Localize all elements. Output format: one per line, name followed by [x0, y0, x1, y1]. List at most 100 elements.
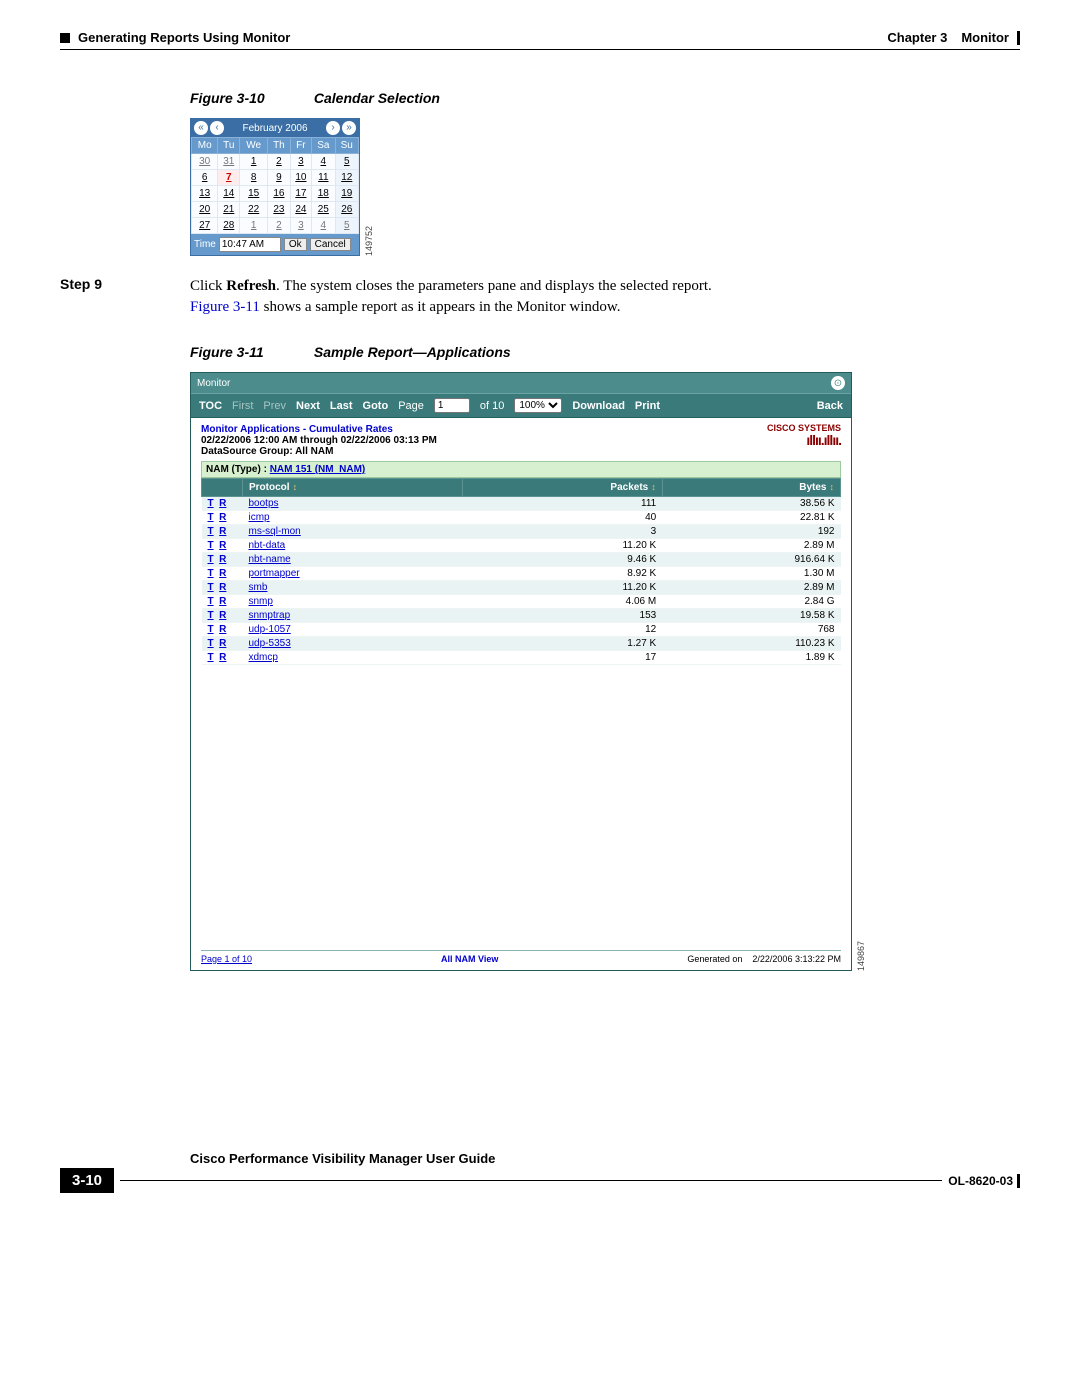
calendar-day[interactable]: 27: [192, 218, 218, 234]
report-icon[interactable]: R: [219, 624, 226, 635]
trend-icon[interactable]: T: [208, 652, 214, 663]
protocol-link[interactable]: icmp: [249, 512, 270, 523]
calendar-day[interactable]: 20: [192, 202, 218, 218]
trend-icon[interactable]: T: [208, 596, 214, 607]
calendar-day[interactable]: 6: [192, 170, 218, 186]
figure-3-11-link[interactable]: Figure 3-11: [190, 299, 260, 315]
page-input[interactable]: [434, 398, 470, 413]
calendar-day[interactable]: 4: [312, 154, 335, 170]
calendar-day[interactable]: 2: [268, 218, 290, 234]
trend-icon[interactable]: T: [208, 582, 214, 593]
calendar-day[interactable]: 26: [335, 202, 358, 218]
calendar-day[interactable]: 23: [268, 202, 290, 218]
trend-icon[interactable]: T: [208, 624, 214, 635]
calendar-day[interactable]: 25: [312, 202, 335, 218]
calendar-day[interactable]: 5: [335, 218, 358, 234]
col-protocol[interactable]: Protocol↕: [243, 479, 463, 497]
calendar-day[interactable]: 24: [290, 202, 311, 218]
cal-next-year-icon[interactable]: »: [342, 121, 356, 135]
trend-icon[interactable]: T: [208, 568, 214, 579]
nam-link[interactable]: NAM 151 (NM_NAM): [270, 464, 366, 475]
footer-page-link[interactable]: Page 1 of 10: [201, 954, 252, 964]
cal-prev-year-icon[interactable]: «: [194, 121, 208, 135]
calendar-day[interactable]: 18: [312, 186, 335, 202]
report-icon[interactable]: R: [219, 498, 226, 509]
cal-prev-month-icon[interactable]: ‹: [210, 121, 224, 135]
first-button[interactable]: First: [232, 400, 253, 412]
trend-icon[interactable]: T: [208, 498, 214, 509]
goto-button[interactable]: Goto: [363, 400, 389, 412]
protocol-link[interactable]: xdmcp: [249, 652, 278, 663]
table-row: T Rms-sql-mon3192: [202, 525, 841, 539]
trend-icon[interactable]: T: [208, 512, 214, 523]
protocol-link[interactable]: udp-5353: [249, 638, 291, 649]
zoom-select[interactable]: 100%: [514, 398, 562, 413]
report-icon[interactable]: R: [219, 512, 226, 523]
report-icon[interactable]: R: [219, 526, 226, 537]
trend-icon[interactable]: T: [208, 610, 214, 621]
report-close-icon[interactable]: ⊙: [831, 376, 845, 390]
calendar-day[interactable]: 14: [218, 186, 240, 202]
calendar-day[interactable]: 5: [335, 154, 358, 170]
protocol-link[interactable]: smb: [249, 582, 268, 593]
calendar-day[interactable]: 12: [335, 170, 358, 186]
trend-icon[interactable]: T: [208, 540, 214, 551]
calendar-day[interactable]: 11: [312, 170, 335, 186]
calendar-day[interactable]: 3: [290, 154, 311, 170]
report-icon[interactable]: R: [219, 582, 226, 593]
figure-10-id: 149752: [364, 226, 374, 256]
report-icon[interactable]: R: [219, 554, 226, 565]
report-icon[interactable]: R: [219, 596, 226, 607]
bytes-cell: 768: [662, 623, 840, 637]
calendar-day[interactable]: 8: [240, 170, 268, 186]
print-button[interactable]: Print: [635, 400, 660, 412]
cancel-button[interactable]: Cancel: [310, 238, 351, 251]
last-button[interactable]: Last: [330, 400, 353, 412]
calendar-day[interactable]: 30: [192, 154, 218, 170]
calendar-day[interactable]: 10: [290, 170, 311, 186]
trend-icon[interactable]: T: [208, 526, 214, 537]
page-label: Page: [398, 400, 424, 412]
report-icon[interactable]: R: [219, 610, 226, 621]
protocol-link[interactable]: snmptrap: [249, 610, 291, 621]
calendar-day[interactable]: 9: [268, 170, 290, 186]
calendar-day[interactable]: 22: [240, 202, 268, 218]
time-input[interactable]: [219, 237, 281, 252]
protocol-link[interactable]: bootps: [249, 498, 279, 509]
calendar-day[interactable]: 16: [268, 186, 290, 202]
back-button[interactable]: Back: [817, 400, 843, 412]
calendar-day[interactable]: 7: [218, 170, 240, 186]
calendar-day[interactable]: 31: [218, 154, 240, 170]
protocol-link[interactable]: ms-sql-mon: [249, 526, 301, 537]
download-button[interactable]: Download: [572, 400, 625, 412]
calendar-day[interactable]: 19: [335, 186, 358, 202]
col-bytes[interactable]: Bytes↕: [662, 479, 840, 497]
report-icon[interactable]: R: [219, 568, 226, 579]
report-icon[interactable]: R: [219, 540, 226, 551]
calendar-day[interactable]: 4: [312, 218, 335, 234]
calendar-day[interactable]: 1: [240, 218, 268, 234]
calendar-day[interactable]: 1: [240, 154, 268, 170]
calendar-day[interactable]: 28: [218, 218, 240, 234]
prev-button[interactable]: Prev: [263, 400, 286, 412]
trend-icon[interactable]: T: [208, 554, 214, 565]
col-packets[interactable]: Packets↕: [463, 479, 663, 497]
protocol-link[interactable]: nbt-name: [249, 554, 291, 565]
calendar-day[interactable]: 3: [290, 218, 311, 234]
protocol-link[interactable]: nbt-data: [249, 540, 286, 551]
calendar-day[interactable]: 2: [268, 154, 290, 170]
calendar-day[interactable]: 13: [192, 186, 218, 202]
trend-icon[interactable]: T: [208, 638, 214, 649]
calendar-day[interactable]: 15: [240, 186, 268, 202]
protocol-link[interactable]: snmp: [249, 596, 273, 607]
toc-button[interactable]: TOC: [199, 400, 222, 412]
report-icon[interactable]: R: [219, 652, 226, 663]
calendar-day[interactable]: 21: [218, 202, 240, 218]
protocol-link[interactable]: udp-1057: [249, 624, 291, 635]
next-button[interactable]: Next: [296, 400, 320, 412]
ok-button[interactable]: Ok: [284, 238, 307, 251]
calendar-day[interactable]: 17: [290, 186, 311, 202]
protocol-link[interactable]: portmapper: [249, 568, 300, 579]
report-icon[interactable]: R: [219, 638, 226, 649]
cal-next-month-icon[interactable]: ›: [326, 121, 340, 135]
